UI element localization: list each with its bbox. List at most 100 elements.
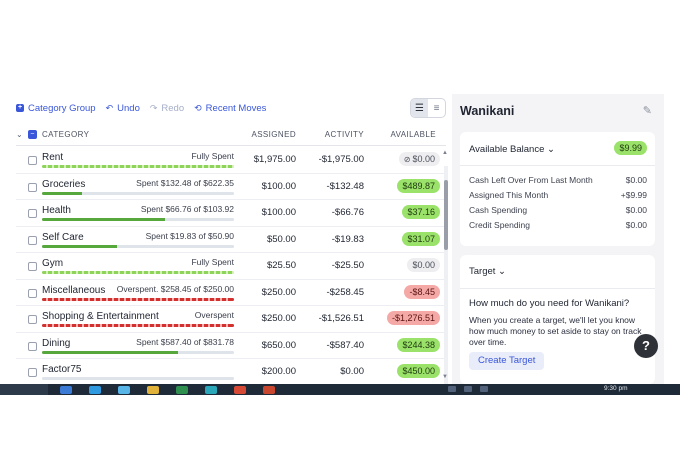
row-checkbox[interactable]	[28, 262, 37, 271]
card-divider	[460, 165, 655, 166]
progress-fill	[42, 191, 83, 195]
taskbar-app-icon[interactable]	[60, 386, 72, 394]
activity-amount[interactable]: -$66.76	[332, 207, 364, 218]
assigned-amount[interactable]: $250.00	[262, 287, 296, 298]
table-row[interactable]: Groceries Spent $132.48 of $622.35 $100.00…	[16, 174, 446, 200]
available-pill[interactable]: $244.38	[397, 337, 440, 352]
activity-amount[interactable]: -$1,526.51	[319, 313, 364, 324]
available-pill[interactable]: ⊘ $0.00	[398, 152, 440, 166]
collapse-chevron-icon[interactable]: ⌄	[16, 130, 23, 139]
tray-icon[interactable]	[448, 386, 456, 392]
row-checkbox[interactable]	[28, 341, 37, 351]
table-row[interactable]: Gym Fully Spent $25.50 -$25.50 $0.00	[16, 253, 446, 280]
spending-status: Overspent. $258.45 of $250.00	[116, 283, 234, 294]
row-checkbox[interactable]	[28, 156, 37, 165]
balance-line: Cash Left Over From Last Month $0.00	[469, 175, 647, 185]
scroll-up-arrow-icon[interactable]: ▲	[442, 150, 448, 156]
scrollbar-thumb[interactable]	[444, 180, 448, 250]
spending-progress-bar	[42, 218, 234, 221]
assigned-amount[interactable]: $100.00	[262, 181, 296, 192]
category-name[interactable]: Shopping & Entertainment	[42, 311, 159, 322]
table-row[interactable]: Dining Spent $587.40 of $831.78 $650.00 -$5…	[16, 333, 446, 359]
category-name[interactable]: Groceries	[42, 179, 85, 190]
select-all-checkbox[interactable]: −	[28, 130, 37, 139]
assigned-amount[interactable]: $50.00	[267, 234, 296, 245]
row-checkbox[interactable]	[28, 315, 37, 324]
available-pill[interactable]: $0.00	[407, 258, 440, 272]
system-tray	[448, 386, 496, 392]
category-name[interactable]: Dining	[42, 338, 70, 349]
target-toggle[interactable]: Target ⌄	[469, 266, 506, 277]
assigned-amount[interactable]: $250.00	[262, 313, 296, 324]
taskbar-app-icon[interactable]	[89, 386, 101, 394]
compact-view-icon[interactable]: ≡	[428, 99, 445, 117]
available-pill[interactable]: $450.00	[397, 364, 440, 378]
table-row[interactable]: Shopping & Entertainment Overspent $250.00…	[16, 306, 446, 333]
taskbar-search-box[interactable]	[0, 384, 48, 395]
category-rows: Rent Fully Spent $1,975.00 -$1,975.00 ⊘ $0.00…	[16, 147, 446, 384]
recent-moves-button[interactable]: ⟲ Recent Moves	[194, 103, 266, 114]
category-name[interactable]: Factor75	[42, 364, 81, 375]
table-scrollbar[interactable]	[444, 166, 448, 384]
progress-fill	[42, 165, 234, 168]
row-checkbox[interactable]	[28, 209, 37, 218]
category-name[interactable]: Rent	[42, 152, 63, 163]
activity-amount[interactable]: -$19.83	[332, 234, 364, 245]
taskbar-clock[interactable]: 9:30 pm	[604, 385, 628, 392]
category-name[interactable]: Miscellaneous	[42, 285, 105, 296]
taskbar-app-icon[interactable]	[205, 386, 217, 394]
expanded-view-icon[interactable]: ☰	[411, 99, 428, 117]
taskbar-app-icon[interactable]	[118, 386, 130, 394]
assigned-amount[interactable]: $650.00	[262, 340, 296, 351]
tray-icon[interactable]	[480, 386, 488, 392]
activity-amount[interactable]: -$1,975.00	[319, 154, 364, 165]
category-name[interactable]: Health	[42, 205, 71, 216]
assigned-amount[interactable]: $200.00	[262, 366, 296, 377]
activity-amount[interactable]: -$258.45	[326, 287, 364, 298]
table-row[interactable]: Factor75 $200.00 $0.00 $450.00	[16, 359, 446, 384]
table-row[interactable]: Miscellaneous Overspent. $258.45 of $250.…	[16, 280, 446, 306]
spending-progress-bar	[42, 191, 234, 195]
taskbar-app-icon[interactable]	[234, 386, 246, 394]
overspent-marker	[229, 324, 234, 327]
target-card: Target ⌄ How much do you need for Wanika…	[460, 255, 655, 384]
available-pill[interactable]: $489.87	[397, 178, 440, 193]
taskbar-app-icon[interactable]	[176, 386, 188, 394]
row-checkbox[interactable]	[28, 368, 37, 377]
row-checkbox[interactable]	[28, 288, 37, 298]
available-pill[interactable]: $31.07	[402, 231, 440, 246]
activity-amount[interactable]: $0.00	[340, 366, 364, 377]
create-target-button[interactable]: Create Target	[469, 352, 545, 370]
edit-pencil-icon[interactable]: ✎	[643, 104, 652, 117]
row-checkbox[interactable]	[28, 182, 37, 192]
table-row[interactable]: Self Care Spent $19.83 of $50.90 $50.00 -$1…	[16, 227, 446, 253]
scroll-down-arrow-icon[interactable]: ▼	[442, 374, 448, 380]
activity-amount[interactable]: -$132.48	[326, 181, 364, 192]
undo-button[interactable]: ↶ Undo	[106, 103, 140, 114]
available-pill[interactable]: -$8.45	[404, 284, 440, 299]
tray-icon[interactable]	[464, 386, 472, 392]
taskbar-app-icon[interactable]	[147, 386, 159, 394]
recent-moves-label: Recent Moves	[205, 102, 267, 114]
category-name[interactable]: Gym	[42, 258, 63, 269]
assigned-amount[interactable]: $100.00	[262, 207, 296, 218]
taskbar-app-icon[interactable]	[263, 386, 275, 394]
category-inspector: Wanikani ✎ Available Balance ⌄ $9.99 Cas…	[452, 94, 664, 384]
card-divider	[460, 288, 655, 289]
activity-amount[interactable]: -$25.50	[332, 260, 364, 271]
available-pill[interactable]: -$1,276.51	[386, 311, 440, 325]
available-pill[interactable]: $37.16	[402, 205, 440, 219]
help-button[interactable]: ?	[634, 334, 658, 358]
column-header-category[interactable]: CATEGORY	[42, 130, 89, 139]
assigned-amount[interactable]: $25.50	[267, 260, 296, 271]
budget-app: + Category Group ↶ Undo ↷ Redo ⟲ Recent …	[16, 94, 664, 384]
row-checkbox[interactable]	[28, 235, 37, 245]
table-row[interactable]: Rent Fully Spent $1,975.00 -$1,975.00 ⊘ $0.00	[16, 147, 446, 174]
category-name[interactable]: Self Care	[42, 232, 84, 243]
activity-amount[interactable]: -$587.40	[326, 340, 364, 351]
table-row[interactable]: Health Spent $66.76 of $103.92 $100.00 -$66…	[16, 200, 446, 227]
available-balance-toggle[interactable]: Available Balance ⌄	[469, 144, 555, 155]
add-category-group-button[interactable]: + Category Group	[16, 103, 96, 114]
redo-button[interactable]: ↷ Redo	[150, 103, 184, 114]
assigned-amount[interactable]: $1,975.00	[254, 154, 296, 165]
